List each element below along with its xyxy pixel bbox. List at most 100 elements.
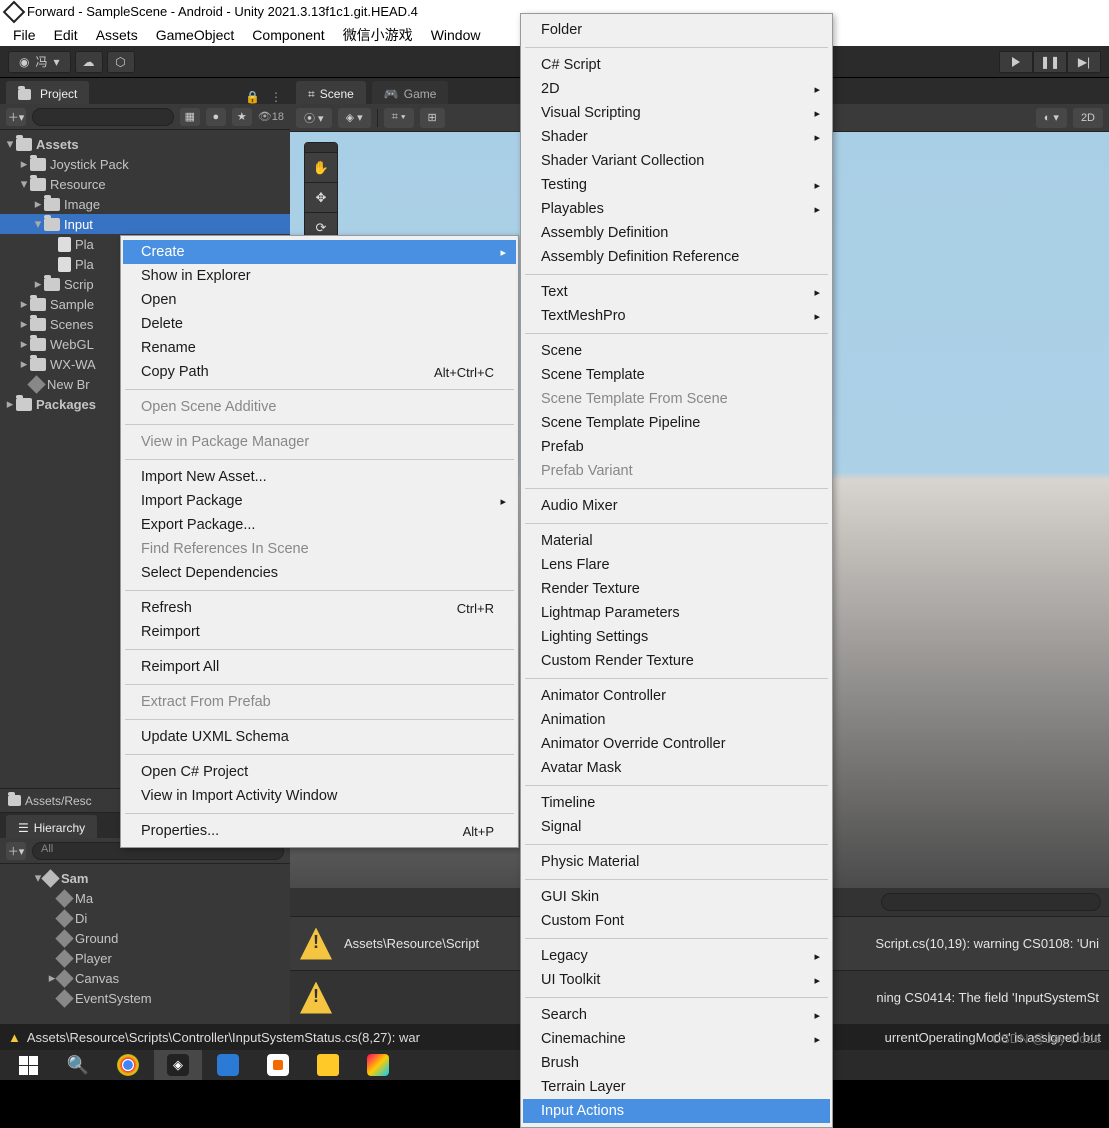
project-search[interactable]: [32, 108, 174, 126]
menu-reimport-all[interactable]: Reimport All: [123, 655, 516, 679]
grid-snap-dropdown[interactable]: ⌗ ▾: [384, 108, 414, 128]
menu-update-uxml[interactable]: Update UXML Schema: [123, 725, 516, 749]
task-app-gradient[interactable]: [354, 1050, 402, 1080]
menu-open-csharp-project[interactable]: Open C# Project: [123, 760, 516, 784]
favorite-button[interactable]: ★: [232, 108, 252, 126]
menu-prefab[interactable]: Prefab: [523, 435, 830, 459]
step-button[interactable]: ▶|: [1067, 51, 1101, 73]
menu-avatar-mask[interactable]: Avatar Mask: [523, 756, 830, 780]
hidden-count[interactable]: 👁18: [258, 110, 284, 123]
tab-scene[interactable]: ⌗ Scene: [296, 81, 366, 104]
menu-gui-skin[interactable]: GUI Skin: [523, 885, 830, 909]
menu-scene[interactable]: Scene: [523, 339, 830, 363]
menu-open[interactable]: Open: [123, 288, 516, 312]
menu-custom-font[interactable]: Custom Font: [523, 909, 830, 933]
services-button[interactable]: ⬡: [107, 51, 135, 73]
menu-reimport[interactable]: Reimport: [123, 620, 516, 644]
tool-pivot-dropdown[interactable]: ◈ ▾: [338, 108, 371, 128]
menu-2d[interactable]: 2D: [523, 77, 830, 101]
menu-textmeshpro[interactable]: TextMeshPro: [523, 304, 830, 328]
menu-animator-override-controller[interactable]: Animator Override Controller: [523, 732, 830, 756]
menu-csharp-script[interactable]: C# Script: [523, 53, 830, 77]
menu-timeline[interactable]: Timeline: [523, 791, 830, 815]
tab-project[interactable]: Project: [6, 81, 89, 104]
menu-assembly-definition[interactable]: Assembly Definition: [523, 221, 830, 245]
menu-custom-render-texture[interactable]: Custom Render Texture: [523, 649, 830, 673]
menu-input-actions[interactable]: Input Actions: [523, 1099, 830, 1123]
menu-rename[interactable]: Rename: [123, 336, 516, 360]
menu-text[interactable]: Text: [523, 280, 830, 304]
move-tool[interactable]: ✥: [305, 183, 337, 213]
2d-toggle[interactable]: 2D: [1073, 108, 1103, 128]
start-button[interactable]: [4, 1050, 52, 1080]
task-explorer[interactable]: [304, 1050, 352, 1080]
menu-refresh[interactable]: RefreshCtrl+R: [123, 596, 516, 620]
menu-copy-path[interactable]: Copy PathAlt+Ctrl+C: [123, 360, 516, 384]
menu-scene-template-pipeline[interactable]: Scene Template Pipeline: [523, 411, 830, 435]
menu-assembly-definition-reference[interactable]: Assembly Definition Reference: [523, 245, 830, 269]
search-button[interactable]: 🔍: [54, 1050, 102, 1080]
menu-animation[interactable]: Animation: [523, 708, 830, 732]
task-vscode[interactable]: [204, 1050, 252, 1080]
menu-testing[interactable]: Testing: [523, 173, 830, 197]
menu-assets[interactable]: Assets: [87, 25, 147, 45]
kebab-icon[interactable]: ⋮: [270, 90, 282, 104]
menu-physic-material[interactable]: Physic Material: [523, 850, 830, 874]
menu-ui-toolkit[interactable]: UI Toolkit: [523, 968, 830, 992]
menu-import-new-asset[interactable]: Import New Asset...: [123, 465, 516, 489]
menu-file[interactable]: File: [4, 25, 45, 45]
menu-window[interactable]: Window: [422, 25, 490, 45]
menu-export-package[interactable]: Export Package...: [123, 513, 516, 537]
task-chrome[interactable]: [104, 1050, 152, 1080]
console-search[interactable]: [881, 893, 1101, 911]
menu-terrain-layer[interactable]: Terrain Layer: [523, 1075, 830, 1099]
add-button[interactable]: ＋▾: [6, 108, 26, 126]
menu-import-package[interactable]: Import Package: [123, 489, 516, 513]
hierarchy-tree[interactable]: Sam Ma Di Ground Player Canvas EventSyst…: [0, 864, 290, 1024]
search-by-type-button[interactable]: ▦: [180, 108, 200, 126]
menu-legacy[interactable]: Legacy: [523, 944, 830, 968]
menu-create[interactable]: Create: [123, 240, 516, 264]
hierarchy-add-button[interactable]: ＋▾: [6, 842, 26, 860]
play-button[interactable]: [999, 51, 1033, 73]
search-by-label-button[interactable]: ●: [206, 108, 226, 126]
task-unity[interactable]: ◈: [154, 1050, 202, 1080]
pause-button[interactable]: ❚❚: [1033, 51, 1067, 73]
cloud-button[interactable]: ☁: [75, 51, 103, 73]
snap-increment-button[interactable]: ⊞: [420, 108, 445, 128]
menu-material[interactable]: Material: [523, 529, 830, 553]
menu-shader-variant-collection[interactable]: Shader Variant Collection: [523, 149, 830, 173]
account-dropdown[interactable]: ◉ 冯 ▾: [8, 51, 71, 73]
menu-audio-mixer[interactable]: Audio Mixer: [523, 494, 830, 518]
menu-cinemachine[interactable]: Cinemachine: [523, 1027, 830, 1051]
tab-hierarchy[interactable]: ☰ Hierarchy: [6, 815, 97, 838]
menu-playables[interactable]: Playables: [523, 197, 830, 221]
menu-select-dependencies[interactable]: Select Dependencies: [123, 561, 516, 585]
menu-brush[interactable]: Brush: [523, 1051, 830, 1075]
tab-game[interactable]: 🎮 Game: [372, 81, 449, 104]
menu-component[interactable]: Component: [243, 25, 333, 45]
menu-animator-controller[interactable]: Animator Controller: [523, 684, 830, 708]
menu-search[interactable]: Search: [523, 1003, 830, 1027]
lock-icon[interactable]: 🔒: [245, 90, 260, 104]
menu-signal[interactable]: Signal: [523, 815, 830, 839]
menu-visual-scripting[interactable]: Visual Scripting: [523, 101, 830, 125]
menu-gameobject[interactable]: GameObject: [147, 25, 244, 45]
menu-scene-template[interactable]: Scene Template: [523, 363, 830, 387]
menu-render-texture[interactable]: Render Texture: [523, 577, 830, 601]
menu-edit[interactable]: Edit: [45, 25, 87, 45]
draw-mode-dropdown[interactable]: ◐ ▾: [1036, 108, 1067, 128]
menu-delete[interactable]: Delete: [123, 312, 516, 336]
menu-show-in-explorer[interactable]: Show in Explorer: [123, 264, 516, 288]
menu-lighting-settings[interactable]: Lighting Settings: [523, 625, 830, 649]
menu-wechat[interactable]: 微信小游戏: [334, 23, 422, 47]
tool-grip[interactable]: [305, 143, 337, 153]
menu-lightmap-parameters[interactable]: Lightmap Parameters: [523, 601, 830, 625]
menu-lens-flare[interactable]: Lens Flare: [523, 553, 830, 577]
menu-shader[interactable]: Shader: [523, 125, 830, 149]
hand-tool[interactable]: ✋: [305, 153, 337, 183]
menu-properties[interactable]: Properties...Alt+P: [123, 819, 516, 843]
tool-handle-dropdown[interactable]: ⦿ ▾: [296, 108, 332, 128]
menu-folder[interactable]: Folder: [523, 18, 830, 42]
menu-view-import-activity[interactable]: View in Import Activity Window: [123, 784, 516, 808]
